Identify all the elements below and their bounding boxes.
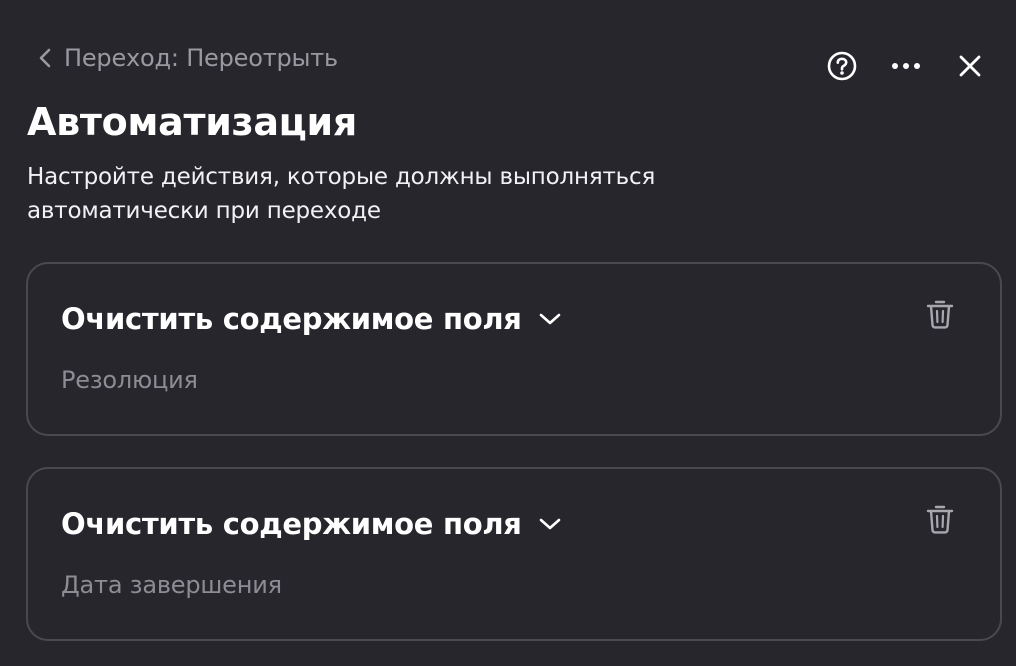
action-field-name: Дата завершения [61,571,282,599]
delete-action-button[interactable] [918,294,962,338]
close-button[interactable] [948,44,992,88]
action-type-label: Очистить содержимое поля [61,507,522,541]
automation-action-card: Очистить содержимое поля Резолюция [26,262,1002,436]
chevron-left-icon [38,47,52,69]
back-link-label: Переход: Переотрыть [64,44,338,72]
chevron-down-icon [538,517,562,531]
more-button[interactable] [884,44,928,88]
more-horizontal-icon [891,62,921,70]
help-circle-icon [826,50,858,82]
action-type-select[interactable]: Очистить содержимое поля [61,302,562,336]
page-title: Автоматизация [27,100,357,144]
header-actions [800,44,992,88]
action-type-label: Очистить содержимое поля [61,302,522,336]
chevron-down-icon [538,312,562,326]
help-button[interactable] [820,44,864,88]
trash-icon [926,503,954,539]
delete-action-button[interactable] [918,499,962,543]
automation-action-card: Очистить содержимое поля Дата завершения [26,467,1002,641]
action-field-name: Резолюция [61,366,198,394]
action-type-select[interactable]: Очистить содержимое поля [61,507,562,541]
close-icon [958,54,982,78]
automation-panel: Переход: Переотрыть Автоматизация Настро… [0,0,1016,666]
trash-icon [926,298,954,334]
back-link[interactable]: Переход: Переотрыть [38,40,338,76]
page-description: Настройте действия, которые должны выпол… [27,164,656,224]
